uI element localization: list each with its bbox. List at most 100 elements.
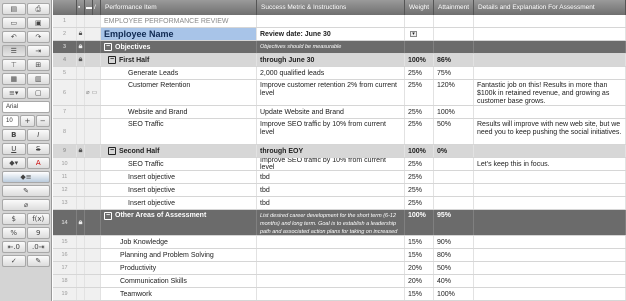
details-cell[interactable] xyxy=(474,28,626,40)
formula-icon[interactable]: f(x) xyxy=(26,213,50,225)
more-decimal-icon[interactable]: .0⇥ xyxy=(26,241,50,253)
row-number[interactable]: 12 xyxy=(53,184,77,196)
save-icon[interactable]: ▣ xyxy=(26,17,50,29)
metric-cell[interactable] xyxy=(257,275,405,287)
metric-cell[interactable] xyxy=(257,249,405,261)
metric-cell[interactable]: through EOY xyxy=(257,145,405,157)
table-row[interactable]: 4 🔒︎ − First Half through June 30 100% 86% xyxy=(53,54,626,67)
row-number[interactable]: 10 xyxy=(53,158,77,170)
attainment-cell[interactable]: 0% xyxy=(434,145,474,157)
collapse-icon[interactable]: − xyxy=(104,212,112,220)
column-header-weight[interactable]: Weight xyxy=(405,0,434,15)
text-color-icon[interactable]: A xyxy=(26,157,50,169)
table-row[interactable]: 12 Insert objective tbd 25% xyxy=(53,184,626,197)
details-cell[interactable] xyxy=(474,145,626,157)
attainment-cell[interactable]: 75% xyxy=(434,67,474,79)
weight-cell[interactable]: 25% xyxy=(405,184,434,196)
column-header-item[interactable]: Performance Item xyxy=(101,0,257,15)
attainment-cell[interactable]: 90% xyxy=(434,236,474,248)
metric-cell[interactable]: through June 30 xyxy=(257,54,405,66)
attachment-icon[interactable]: ⌀ xyxy=(86,89,90,96)
weight-cell[interactable]: 20% xyxy=(405,275,434,287)
details-cell[interactable] xyxy=(474,184,626,196)
pen-icon[interactable]: ✎ xyxy=(26,255,50,267)
row-number[interactable]: 6 xyxy=(53,80,77,105)
table-row[interactable]: 1 EMPLOYEE PERFORMANCE REVIEW xyxy=(53,15,626,28)
strikethrough-icon[interactable]: S xyxy=(26,143,50,155)
details-cell[interactable] xyxy=(474,171,626,183)
details-cell[interactable] xyxy=(474,210,626,235)
decimal-icon[interactable]: ⇤.0 xyxy=(2,241,26,253)
weight-cell[interactable]: 25% xyxy=(405,80,434,105)
freeze-icon[interactable]: ⊞ xyxy=(26,59,50,71)
table-row[interactable]: 19 Teamwork 15% 100% xyxy=(53,288,626,301)
details-cell[interactable]: Results will improve with new web site, … xyxy=(474,119,626,144)
task-cell[interactable]: − Objectives xyxy=(101,41,257,53)
clear-format-icon[interactable]: ✎ xyxy=(2,185,50,197)
task-cell[interactable]: Insert objective xyxy=(101,171,257,183)
weight-cell[interactable]: 25% xyxy=(405,106,434,118)
column-header-metric[interactable]: Success Metric & Instructions xyxy=(257,0,405,15)
weight-cell[interactable]: 100% xyxy=(405,54,434,66)
increase-font-icon[interactable]: + xyxy=(20,115,35,127)
details-cell[interactable] xyxy=(474,262,626,274)
percent-icon[interactable]: % xyxy=(2,227,26,239)
details-cell[interactable] xyxy=(474,67,626,79)
metric-cell[interactable]: tbd xyxy=(257,197,405,209)
task-cell[interactable]: Customer Retention xyxy=(101,80,257,105)
attainment-cell[interactable] xyxy=(434,184,474,196)
attainment-cell[interactable]: 80% xyxy=(434,249,474,261)
attainment-cell[interactable] xyxy=(434,15,474,27)
metric-cell[interactable]: Review date: June 30 xyxy=(257,28,405,40)
attainment-cell[interactable]: 86% xyxy=(434,54,474,66)
dropdown-icon[interactable]: ▾ xyxy=(410,31,417,37)
attainment-cell[interactable]: 100% xyxy=(434,106,474,118)
undo-icon[interactable]: ↶ xyxy=(2,31,26,43)
bold-icon[interactable]: B xyxy=(2,129,26,141)
row-number[interactable]: 17 xyxy=(53,262,77,274)
task-cell[interactable]: EMPLOYEE PERFORMANCE REVIEW xyxy=(101,15,257,27)
wrap-text-icon[interactable]: ▦ xyxy=(2,73,26,85)
attainment-cell[interactable] xyxy=(434,171,474,183)
table-row[interactable]: 6 ⌀ ▭ Customer Retention Improve customer re… xyxy=(53,80,626,106)
table-row[interactable]: 10 SEO Traffic Improve SEO traffic by 10% … xyxy=(53,158,626,171)
font-size-select[interactable]: 10 xyxy=(2,115,20,127)
attainment-cell[interactable]: 120% xyxy=(434,80,474,105)
weight-cell[interactable]: 15% xyxy=(405,249,434,261)
table-row[interactable]: 18 Communication Skills 20% 40% xyxy=(53,275,626,288)
weight-cell[interactable]: ▾ xyxy=(405,28,434,40)
weight-cell[interactable]: 25% xyxy=(405,197,434,209)
table-row[interactable]: 16 Planning and Problem Solving 15% 80% xyxy=(53,249,626,262)
row-number[interactable]: 2 xyxy=(53,28,77,40)
weight-cell[interactable]: 15% xyxy=(405,236,434,248)
row-number[interactable]: 3 xyxy=(53,41,77,53)
comment-icon[interactable]: ▭ xyxy=(92,89,98,96)
sheet-icon[interactable]: ▤ xyxy=(2,3,26,15)
task-cell[interactable]: Planning and Problem Solving xyxy=(101,249,257,261)
card-view-icon[interactable]: ▭ xyxy=(2,17,26,29)
weight-cell[interactable]: 25% xyxy=(405,67,434,79)
collapse-icon[interactable]: − xyxy=(108,147,116,155)
weight-cell[interactable]: 100% xyxy=(405,145,434,157)
metric-cell[interactable]: tbd xyxy=(257,171,405,183)
table-row[interactable]: 5 Generate Leads 2,000 qualified leads 25% 7… xyxy=(53,67,626,80)
task-cell[interactable]: Generate Leads xyxy=(101,67,257,79)
font-name-select[interactable]: Arial xyxy=(2,101,50,113)
collapse-icon[interactable]: − xyxy=(104,43,112,51)
weight-cell[interactable]: 20% xyxy=(405,262,434,274)
table-row[interactable]: 13 Insert objective tbd 25% xyxy=(53,197,626,210)
weight-cell[interactable]: 25% xyxy=(405,119,434,144)
weight-cell[interactable] xyxy=(405,15,434,27)
weight-cell[interactable]: 15% xyxy=(405,288,434,300)
table-row[interactable]: 2 🔒︎ Employee Name Review date: June 30 ▾ xyxy=(53,28,626,41)
metric-cell[interactable]: List desired career development for the … xyxy=(257,210,405,235)
details-cell[interactable] xyxy=(474,41,626,53)
align-icon[interactable]: ◆≡ xyxy=(2,171,50,183)
attainment-cell[interactable] xyxy=(434,158,474,170)
metric-cell[interactable] xyxy=(257,15,405,27)
metric-cell[interactable] xyxy=(257,262,405,274)
format-icon[interactable]: ▥ xyxy=(26,73,50,85)
hierarchy-icon[interactable]: ☰ xyxy=(2,45,26,57)
task-cell[interactable]: Teamwork xyxy=(101,288,257,300)
details-cell[interactable]: Let's keep this in focus. xyxy=(474,158,626,170)
